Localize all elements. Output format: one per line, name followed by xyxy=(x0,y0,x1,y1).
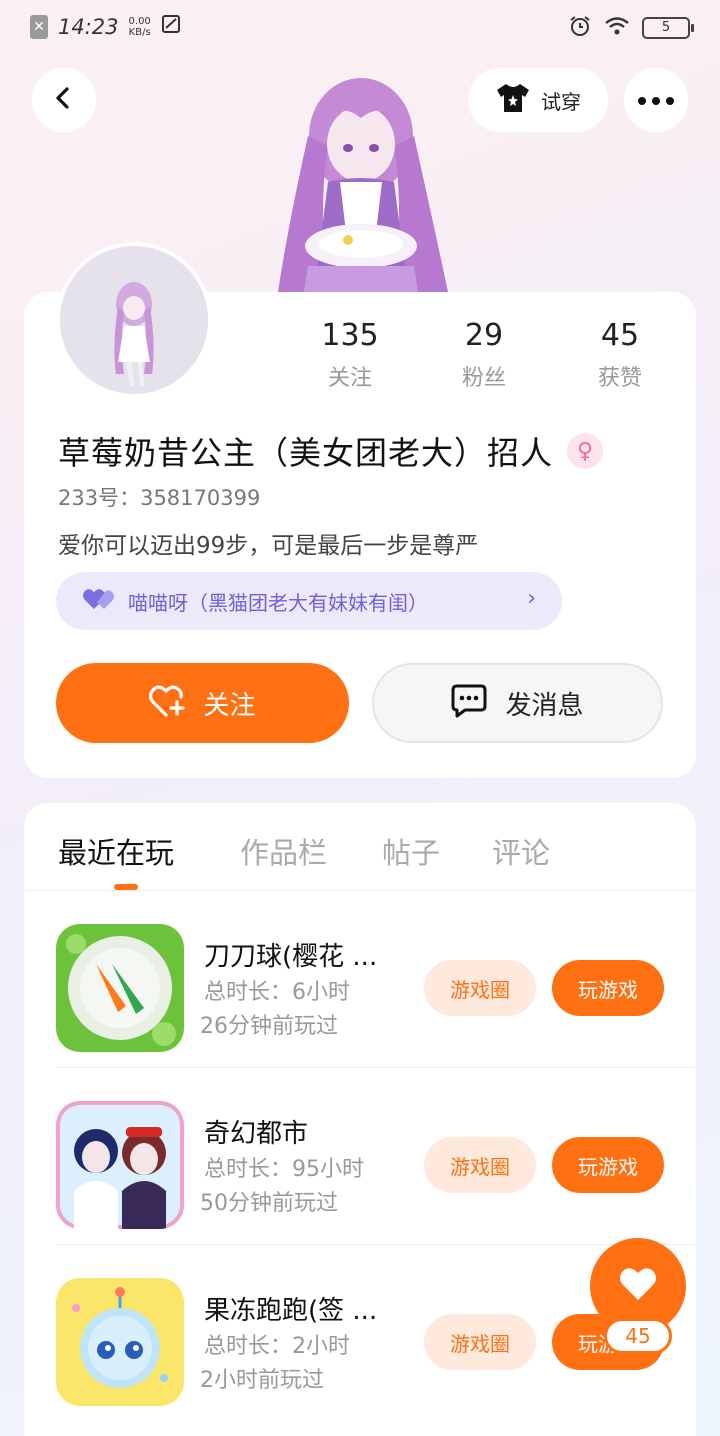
jelly-run-icon[interactable] xyxy=(56,1278,184,1406)
alarm-icon xyxy=(568,14,592,42)
group-chip-label: 喵喵呀（黑猫团老大有妹妹有闺） xyxy=(128,590,428,615)
send-message-button[interactable]: 发消息 xyxy=(372,663,663,743)
name-row: 草莓奶昔公主（美女团老大）招人 ♀ xyxy=(58,428,604,474)
more-dots-icon xyxy=(637,91,675,110)
back-button[interactable] xyxy=(32,68,96,132)
tab-posts[interactable]: 帖子 xyxy=(382,830,440,872)
game-circle-button[interactable]: 游戏圈 xyxy=(424,960,536,1016)
game-list-item[interactable]: 刀刀球(樱花 ... 总时长：6小时 26分钟前玩过 游戏圈 玩游戏 xyxy=(24,892,696,1068)
stat-following-value: 135 xyxy=(321,318,379,353)
stat-likes[interactable]: 45 获赞 xyxy=(560,318,680,392)
stat-likes-value: 45 xyxy=(600,318,640,353)
game-list-item[interactable]: 奇幻都市 总时长：95小时 50分钟前玩过 游戏圈 玩游戏 xyxy=(24,1069,696,1245)
stat-following-label: 关注 xyxy=(327,366,372,391)
game-duration: 总时长：6小时 xyxy=(204,980,350,1005)
tab-recently-played[interactable]: 最近在玩 xyxy=(58,830,174,872)
more-options-button[interactable] xyxy=(624,68,688,132)
stat-fans-value: 29 xyxy=(464,318,504,353)
user-bio: 爱你可以迈出99步，可是最后一步是尊严 xyxy=(58,533,479,559)
tab-divider xyxy=(24,890,696,891)
heart-icon xyxy=(618,1266,658,1306)
clock-time: 14:23 xyxy=(58,14,119,39)
user-id: 233号：358170399 xyxy=(58,486,261,510)
chevron-right-icon: › xyxy=(527,586,536,611)
try-on-label: 试穿 xyxy=(541,89,581,114)
chevron-left-icon xyxy=(52,86,76,114)
game-title: 奇幻都市 xyxy=(204,1119,309,1149)
avatar[interactable] xyxy=(56,242,212,398)
play-game-button[interactable]: 玩游戏 xyxy=(552,1137,664,1193)
play-game-button[interactable]: 玩游戏 xyxy=(552,960,664,1016)
game-last-played: 26分钟前玩过 xyxy=(200,1014,338,1039)
screenshot-icon xyxy=(161,14,181,39)
try-on-button[interactable]: 试穿 xyxy=(468,68,608,132)
wifi-icon xyxy=(604,16,630,40)
tshirt-icon xyxy=(495,82,531,118)
row-divider xyxy=(56,1244,696,1245)
tab-comments[interactable]: 评论 xyxy=(492,830,550,872)
row-divider xyxy=(56,1067,696,1068)
game-last-played: 2小时前玩过 xyxy=(200,1368,324,1393)
network-speed-unit: KB/s xyxy=(128,26,151,38)
follow-button[interactable]: 关注 xyxy=(56,663,349,743)
game-title: 果冻跑跑(签 ... xyxy=(204,1296,378,1326)
like-count-badge: 45 xyxy=(604,1318,672,1354)
game-circle-button[interactable]: 游戏圈 xyxy=(424,1314,536,1370)
stat-likes-label: 获赞 xyxy=(597,366,642,391)
notification-x-icon: ✕ xyxy=(30,14,48,39)
battery-indicator: 5 xyxy=(642,17,694,39)
game-duration: 总时长：2小时 xyxy=(204,1334,350,1359)
status-bar: ✕ 14:23 0.00 KB/s 5 xyxy=(0,0,720,56)
content-tabs: 最近在玩 作品栏 帖子 评论 xyxy=(24,820,696,890)
female-icon: ♀ xyxy=(567,433,604,469)
double-heart-icon xyxy=(82,587,116,615)
username: 草莓奶昔公主（美女团老大）招人 xyxy=(58,434,554,472)
stat-fans[interactable]: 29 粉丝 xyxy=(424,318,544,392)
avatar-character-figure xyxy=(268,56,454,292)
knife-ball-icon[interactable] xyxy=(56,924,184,1052)
follow-label: 关注 xyxy=(203,690,256,721)
send-message-label: 发消息 xyxy=(505,690,584,721)
stat-following[interactable]: 135 关注 xyxy=(290,318,410,392)
group-chip[interactable]: 喵喵呀（黑猫团老大有妹妹有闺） › xyxy=(56,572,562,630)
game-title: 刀刀球(樱花 ... xyxy=(204,942,378,972)
game-last-played: 50分钟前玩过 xyxy=(200,1191,338,1216)
heart-plus-icon xyxy=(149,684,187,722)
stat-fans-label: 粉丝 xyxy=(461,366,506,391)
chat-bubble-icon xyxy=(451,684,487,722)
network-speed-value: 0.00 xyxy=(128,15,151,27)
network-speed: 0.00 KB/s xyxy=(129,16,151,38)
tab-works[interactable]: 作品栏 xyxy=(240,830,327,872)
fantasy-city-icon[interactable] xyxy=(56,1101,184,1229)
game-duration: 总时长：95小时 xyxy=(204,1157,364,1182)
game-circle-button[interactable]: 游戏圈 xyxy=(424,1137,536,1193)
